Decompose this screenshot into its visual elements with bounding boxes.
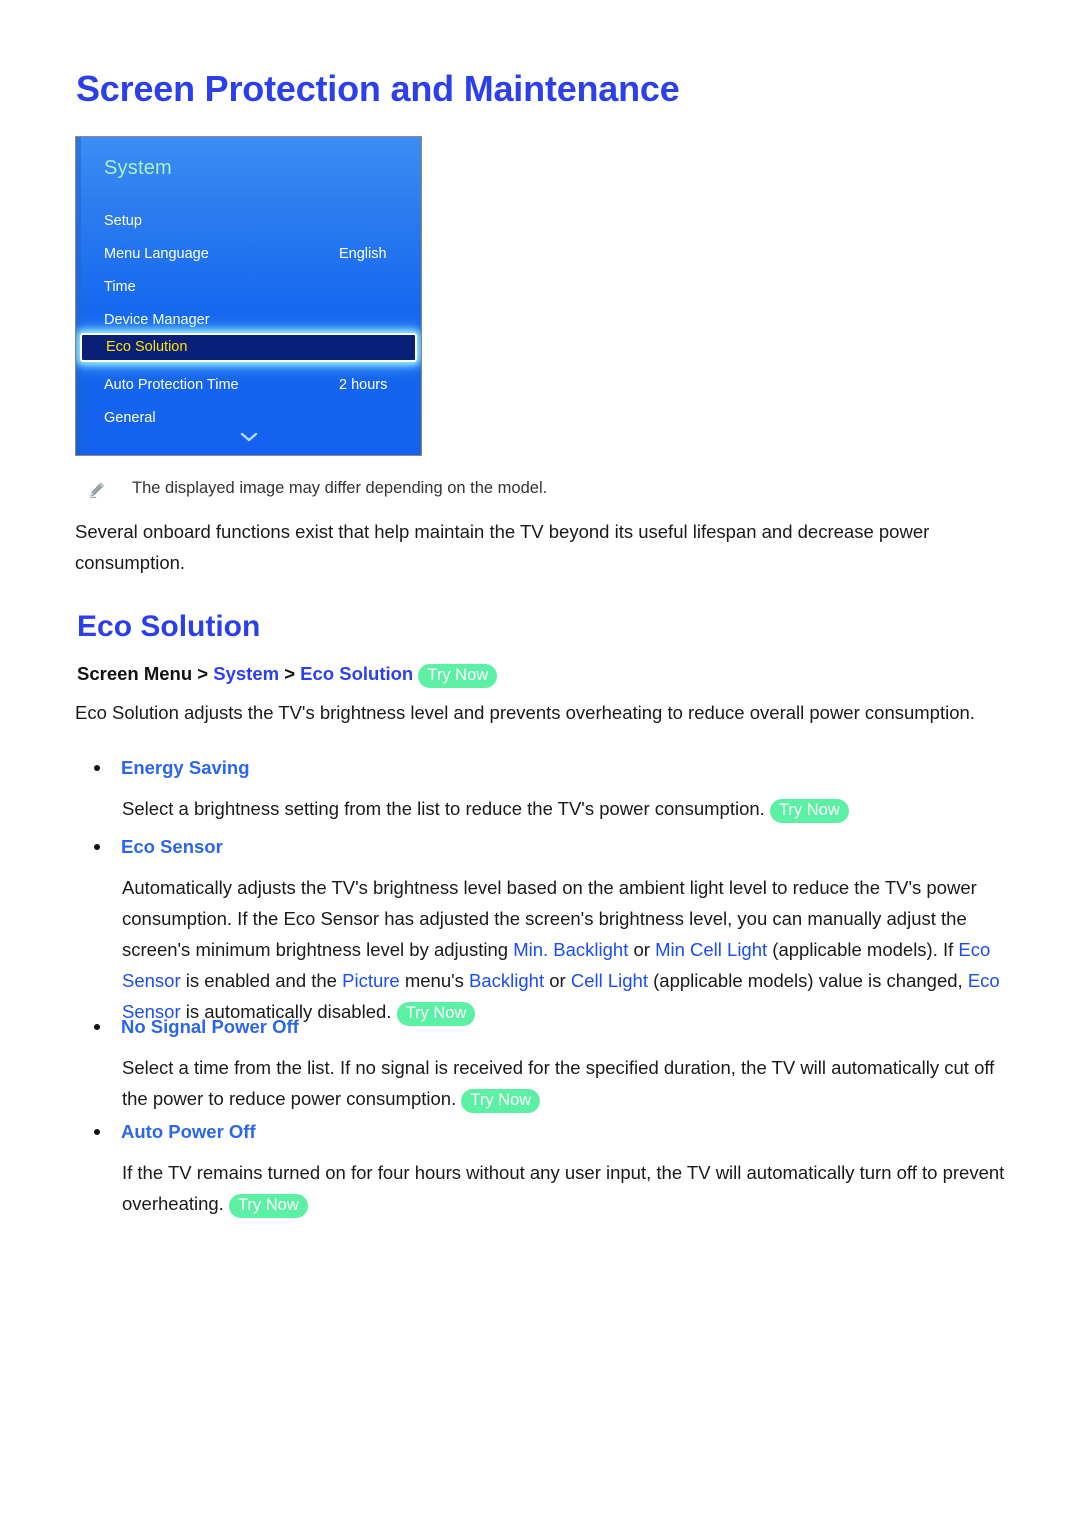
breadcrumb-item-system[interactable]: System [213, 663, 279, 684]
breadcrumb: Screen Menu > System > Eco Solution Try … [77, 663, 498, 688]
tv-menu-row-device-manager[interactable]: Device Manager [76, 309, 421, 335]
tv-row-label: Device Manager [104, 312, 210, 328]
section-title: Eco Solution [77, 610, 261, 643]
keyword-picture[interactable]: Picture [342, 970, 400, 991]
tv-row-label: Setup [104, 213, 142, 229]
body-text: is enabled and the [185, 970, 337, 991]
try-now-badge[interactable]: Try Now [769, 799, 849, 823]
keyword-backlight[interactable]: Backlight [469, 970, 544, 991]
tv-row-label: Menu Language [104, 246, 209, 262]
keyword-cell-light[interactable]: Cell Light [571, 970, 648, 991]
breadcrumb-item-eco-solution[interactable]: Eco Solution [300, 663, 413, 684]
tv-menu-row-menu-language[interactable]: Menu Language English [76, 243, 421, 269]
tv-row-label: Eco Solution [106, 339, 188, 355]
breadcrumb-root: Screen Menu [77, 663, 193, 684]
body-text: or [549, 970, 566, 991]
bullet-item-eco-sensor: Eco Sensor [94, 836, 223, 858]
breadcrumb-separator: > [284, 663, 296, 684]
body-text: or [633, 939, 650, 960]
tv-menu-title: System [104, 157, 172, 179]
tv-row-label: Time [104, 279, 136, 295]
keyword-min-cell-light[interactable]: Min Cell Light [655, 939, 767, 960]
body-text: Select a brightness setting from the lis… [122, 798, 765, 819]
try-now-badge[interactable]: Try Now [396, 1002, 476, 1026]
eco-sensor-body: Automatically adjusts the TV's brightnes… [122, 872, 1012, 1027]
tv-menu-row-time[interactable]: Time [76, 276, 421, 302]
keyword-min-backlight[interactable]: Min. Backlight [513, 939, 628, 960]
body-text: menu's [404, 970, 464, 991]
bullet-label: Eco Sensor [121, 836, 223, 857]
no-signal-power-off-body: Select a time from the list. If no signa… [122, 1052, 1012, 1114]
note-text: The displayed image may differ depending… [132, 479, 548, 497]
tv-row-value: English [339, 246, 387, 262]
bullet-item-no-signal-power-off: No Signal Power Off [94, 1016, 299, 1038]
tv-row-label: Auto Protection Time [104, 377, 239, 393]
auto-power-off-body: If the TV remains turned on for four hou… [122, 1157, 1012, 1219]
tv-row-value: 2 hours [339, 377, 388, 393]
bullet-item-auto-power-off: Auto Power Off [94, 1121, 256, 1143]
tv-menu-row-eco-solution-selected[interactable]: Eco Solution [80, 333, 417, 362]
bullet-label: No Signal Power Off [121, 1016, 299, 1037]
bullet-label: Energy Saving [121, 757, 250, 778]
bullet-dot-icon [94, 1023, 100, 1030]
tv-menu-row-setup[interactable]: Setup [76, 210, 421, 236]
body-text: (applicable models) value is changed, [653, 970, 963, 991]
bullet-label: Auto Power Off [121, 1121, 256, 1142]
bullet-dot-icon [94, 1128, 100, 1135]
note-row: The displayed image may differ depending… [88, 479, 547, 499]
try-now-badge[interactable]: Try Now [228, 1194, 308, 1218]
tv-menu-row-auto-protection-time[interactable]: Auto Protection Time 2 hours [76, 374, 421, 400]
body-text: Select a time from the list. If no signa… [122, 1057, 995, 1109]
energy-saving-body: Select a brightness setting from the lis… [122, 793, 1012, 824]
page-title: Screen Protection and Maintenance [76, 68, 680, 109]
chevron-down-icon[interactable] [76, 429, 421, 444]
bullet-dot-icon [94, 764, 100, 771]
intro-paragraph: Several onboard functions exist that hel… [75, 521, 930, 573]
tv-row-label: General [104, 410, 156, 426]
try-now-badge[interactable]: Try Now [461, 1089, 541, 1113]
pencil-icon [88, 481, 106, 499]
section-description: Eco Solution adjusts the TV's brightness… [75, 702, 975, 723]
tv-menu-screenshot: System Setup Menu Language English Time … [75, 136, 422, 456]
try-now-badge[interactable]: Try Now [418, 664, 498, 688]
body-text: (applicable models). If [772, 939, 954, 960]
breadcrumb-separator: > [197, 663, 209, 684]
document-page: Screen Protection and Maintenance System… [0, 0, 1080, 1527]
bullet-dot-icon [94, 843, 100, 850]
bullet-item-energy-saving: Energy Saving [94, 757, 250, 779]
